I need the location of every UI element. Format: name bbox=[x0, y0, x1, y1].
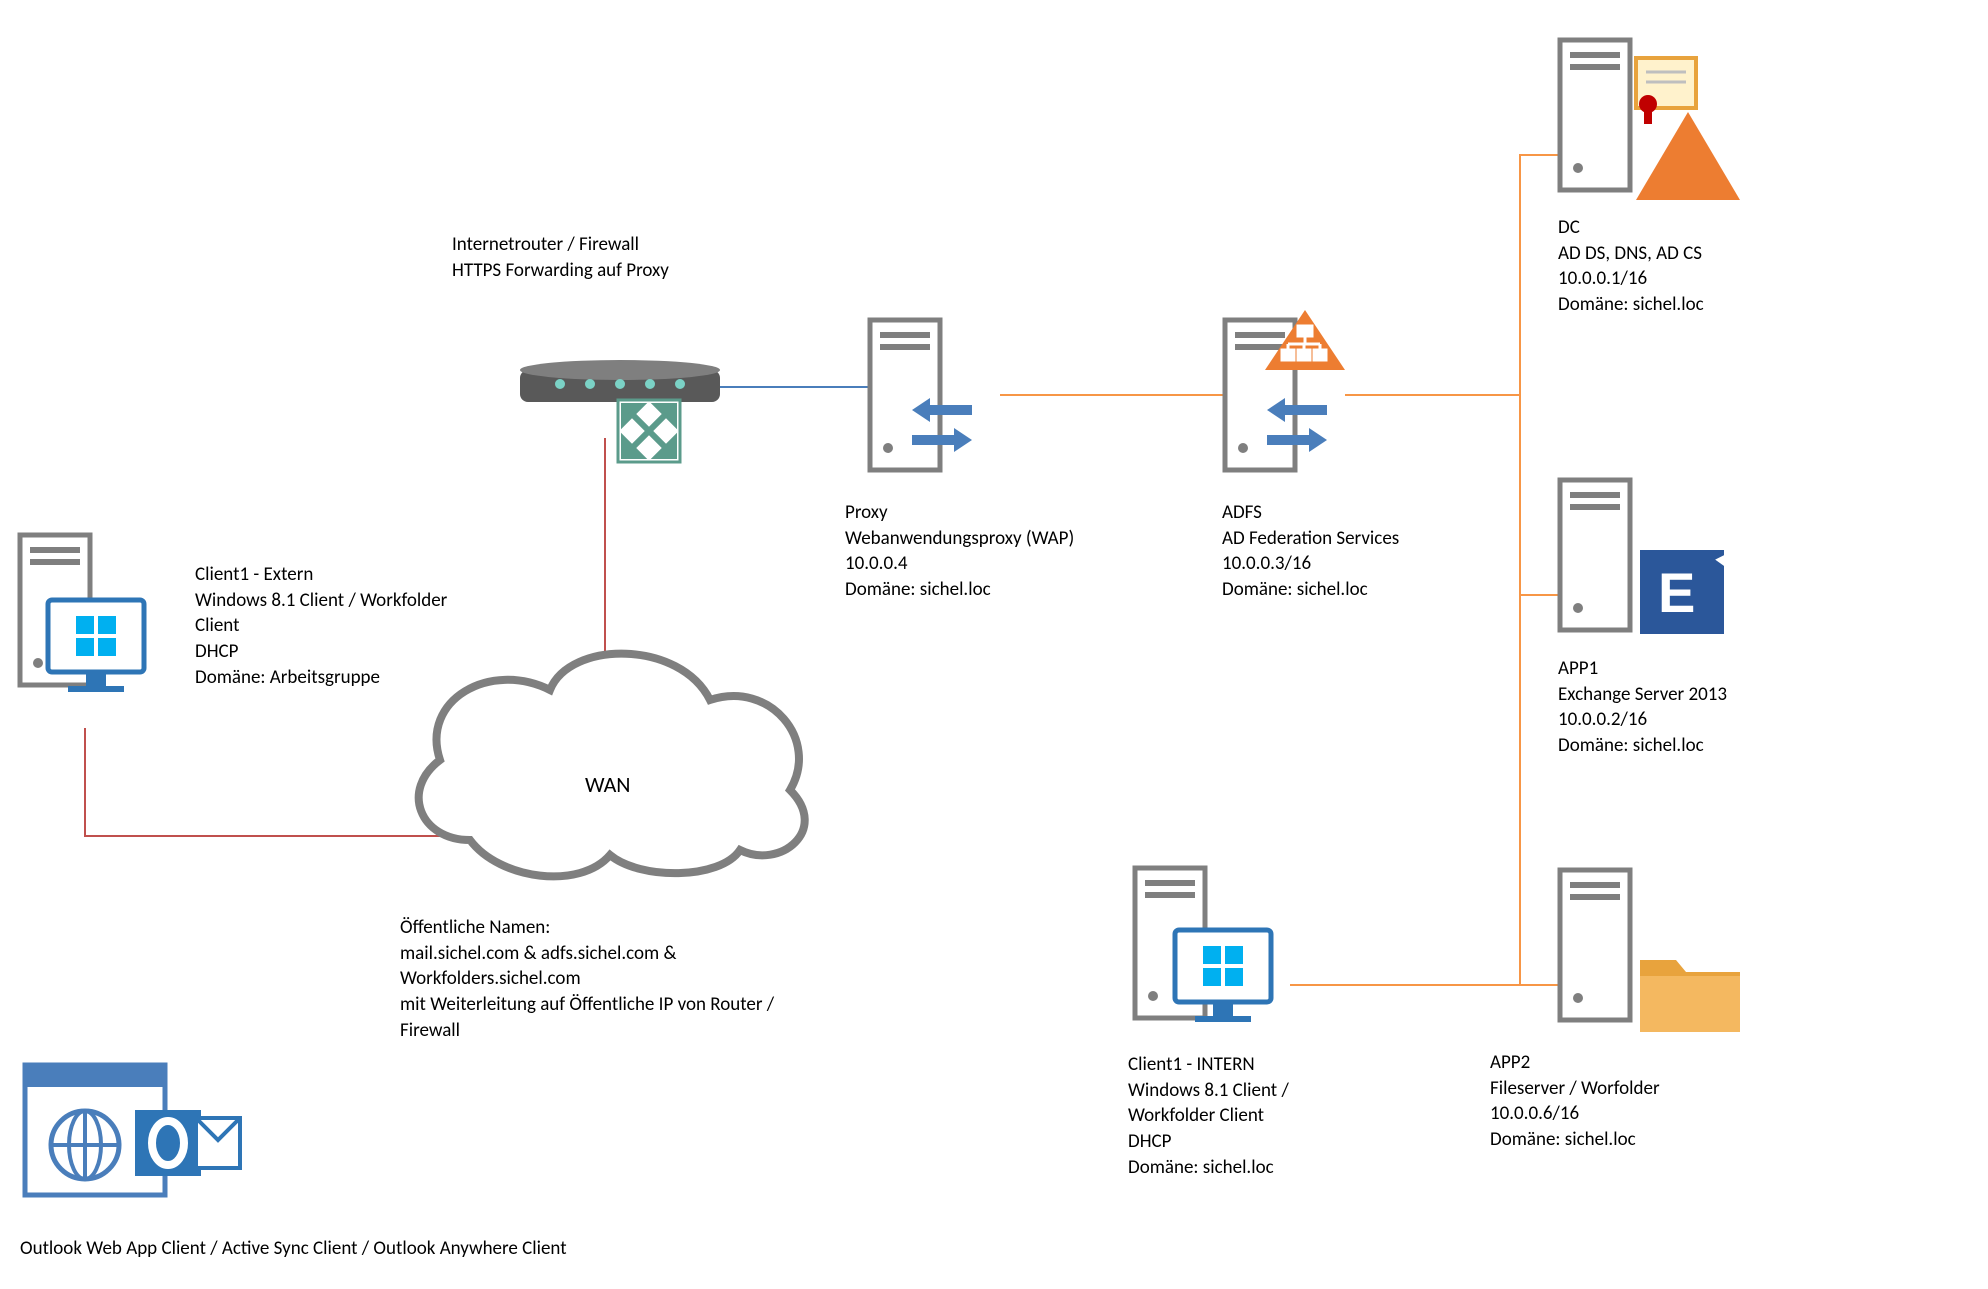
client-int-label: Client1 - INTERN Windows 8.1 Client / Wo… bbox=[1128, 1052, 1289, 1180]
client-int-icon bbox=[0, 0, 1988, 1289]
